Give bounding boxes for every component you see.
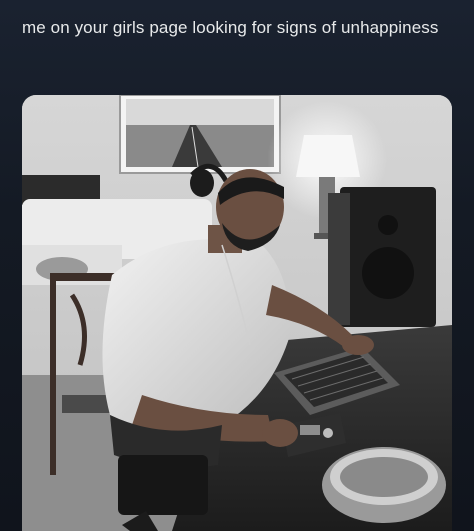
photo-illustration — [22, 95, 452, 531]
bag — [118, 455, 208, 515]
tweet-photo[interactable] — [22, 95, 452, 531]
studio-speaker — [328, 187, 436, 327]
mug — [322, 447, 446, 523]
tweet-post: me on your girls page looking for signs … — [0, 0, 474, 531]
tweet-text: me on your girls page looking for signs … — [22, 18, 439, 37]
wall-picture — [119, 95, 281, 174]
